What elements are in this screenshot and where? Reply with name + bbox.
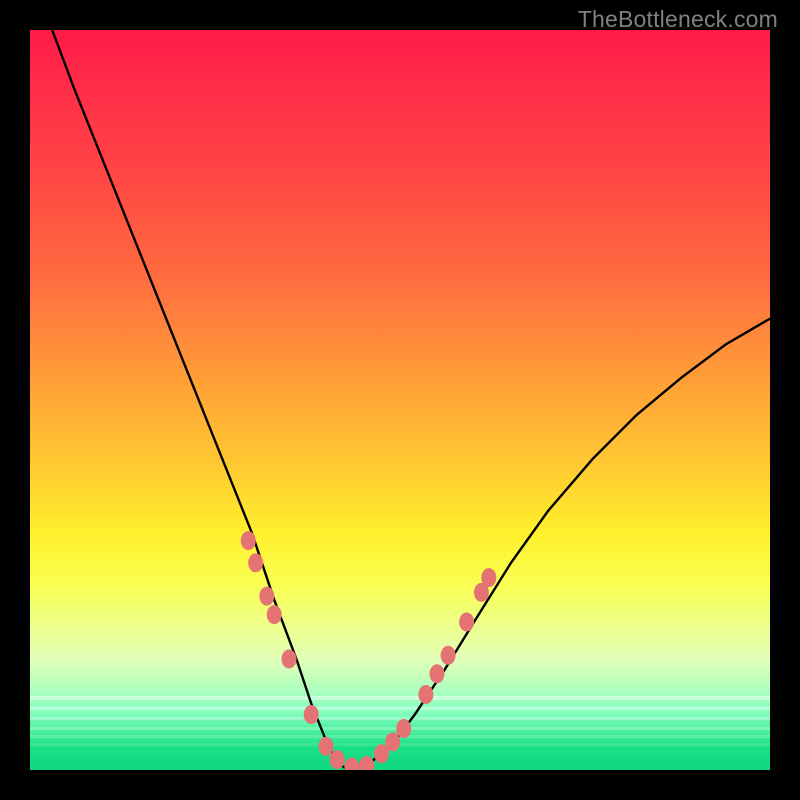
curve-layer [30, 30, 770, 770]
highlight-dot [385, 732, 400, 751]
highlight-dot [459, 613, 474, 632]
highlight-dots [241, 531, 496, 770]
highlight-dot [267, 605, 282, 624]
highlight-dot [344, 758, 359, 770]
highlight-dot [396, 719, 411, 738]
plot-area [30, 30, 770, 770]
highlight-dot [319, 737, 334, 756]
highlight-dot [282, 650, 297, 669]
highlight-dot [304, 705, 319, 724]
highlight-dot [241, 531, 256, 550]
highlight-dot [481, 568, 496, 587]
highlight-dot [330, 750, 345, 769]
highlight-dot [259, 587, 274, 606]
highlight-dot [430, 664, 445, 683]
watermark-text: TheBottleneck.com [578, 6, 778, 33]
highlight-dot [441, 646, 456, 665]
highlight-dot [359, 756, 374, 770]
chart-canvas: TheBottleneck.com [0, 0, 800, 800]
bottleneck-curve [52, 30, 770, 770]
highlight-dot [418, 685, 433, 704]
highlight-dot [248, 553, 263, 572]
